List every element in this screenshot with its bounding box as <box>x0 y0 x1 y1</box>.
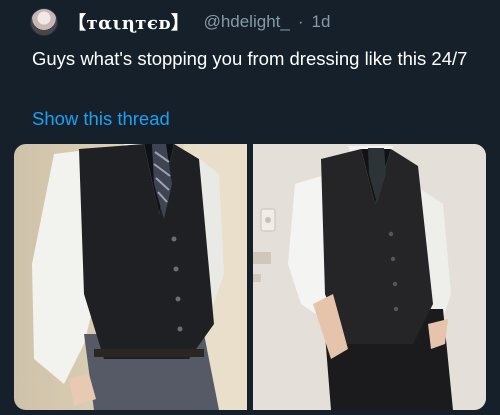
avatar[interactable] <box>30 8 58 36</box>
vest-photo-left-illustration <box>14 144 247 410</box>
tweet-header: 【ᴛαιɳтєᴅ】 @hdelight_ · 1d <box>30 8 330 36</box>
tweet-card[interactable]: 【ᴛαιɳтєᴅ】 @hdelight_ · 1d Guys what's st… <box>0 0 500 415</box>
media-grid <box>14 144 486 410</box>
show-thread-link[interactable]: Show this thread <box>32 108 170 130</box>
photo-right[interactable] <box>253 144 486 410</box>
display-name[interactable]: 【ᴛαιɳтєᴅ】 <box>68 9 190 35</box>
tweet-text: Guys what's stopping you from dressing l… <box>32 48 468 69</box>
separator-dot: · <box>297 12 304 31</box>
timestamp[interactable]: 1d <box>312 12 331 32</box>
photo-left[interactable] <box>14 144 247 410</box>
user-handle[interactable]: @hdelight_ <box>204 12 290 32</box>
vest-photo-right-illustration <box>253 144 486 410</box>
